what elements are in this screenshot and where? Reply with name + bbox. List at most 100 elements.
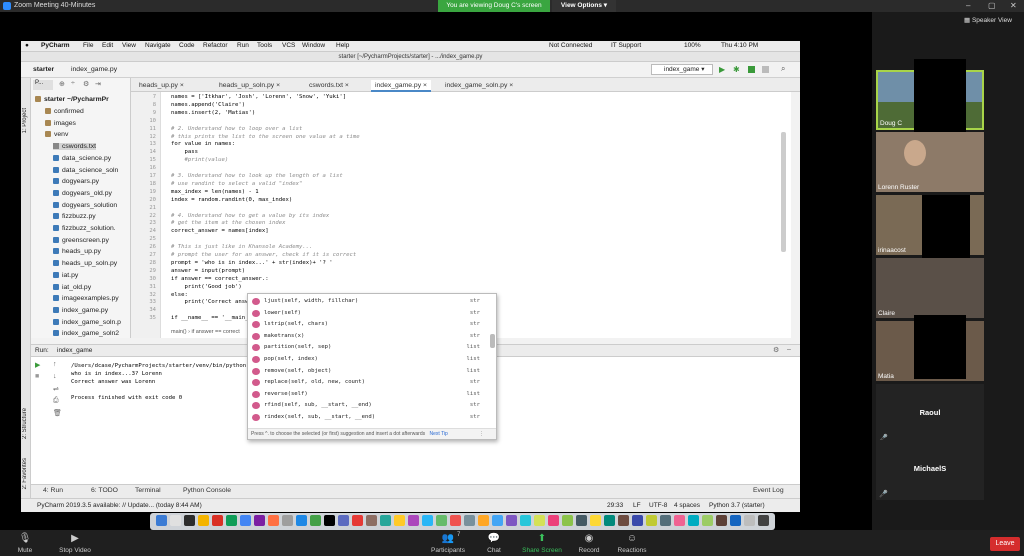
dock-app-icon[interactable] <box>576 515 587 526</box>
code-breadcrumb[interactable]: main() › if answer == correct <box>171 329 240 335</box>
dock-app-icon[interactable] <box>716 515 727 526</box>
dock-app-icon[interactable] <box>366 515 377 526</box>
menu-tools[interactable]: Tools <box>257 42 272 49</box>
run-icon[interactable]: ▶ <box>719 65 725 74</box>
dock-app-icon[interactable] <box>380 515 391 526</box>
tree-item[interactable]: fizzbuzz.py <box>53 213 96 220</box>
menu-code[interactable]: Code <box>179 42 195 49</box>
stop-run-icon[interactable]: ■ <box>35 373 39 380</box>
chat-button[interactable]: 💬 Chat <box>469 530 519 556</box>
menu-app[interactable]: PyCharm <box>41 42 70 49</box>
tree-item[interactable]: fizzbuzz_solution. <box>53 225 116 232</box>
maximize-icon[interactable]: ▢ <box>988 1 996 10</box>
structure-tool-tab[interactable]: 2: Structure <box>22 408 28 439</box>
indent-setting[interactable]: 4 spaces <box>674 502 700 509</box>
tab-heads-up-soln[interactable]: heads_up_soln.py × <box>215 80 284 92</box>
tree-item[interactable]: index_game_soln.p <box>53 318 121 326</box>
tab-event-log[interactable]: Event Log <box>753 487 784 494</box>
dock-app-icon[interactable] <box>338 515 349 526</box>
run-config-tab[interactable]: index_game <box>57 347 92 354</box>
dock-app-icon[interactable] <box>170 515 181 526</box>
stop-icon[interactable] <box>762 66 769 73</box>
tree-item[interactable]: venv <box>45 131 68 138</box>
locate-icon[interactable]: ⊕ <box>59 80 65 88</box>
dock-app-icon[interactable] <box>156 515 167 526</box>
tree-item[interactable]: confirmed <box>45 108 84 115</box>
more-options-icon[interactable]: ⋮ <box>479 431 484 437</box>
dock-app-icon[interactable] <box>436 515 447 526</box>
autocomplete-item[interactable]: partition(self, sep) list <box>248 342 488 354</box>
dock-app-icon[interactable] <box>240 515 251 526</box>
participants-button[interactable]: 👥 7 Participants <box>423 530 473 556</box>
run-config-select[interactable]: index_game ▾ <box>651 64 713 75</box>
dock-app-icon[interactable] <box>282 515 293 526</box>
menu-refactor[interactable]: Refactor <box>203 42 228 49</box>
dock-app-icon[interactable] <box>520 515 531 526</box>
dock-app-icon[interactable] <box>198 515 209 526</box>
dock-app-icon[interactable] <box>324 515 335 526</box>
tree-item[interactable]: greenscreen.py <box>53 236 109 244</box>
menu-help[interactable]: Help <box>336 42 349 49</box>
dock-app-icon[interactable] <box>534 515 545 526</box>
dock-app-icon[interactable] <box>688 515 699 526</box>
dock-app-icon[interactable] <box>352 515 363 526</box>
dock-app-icon[interactable] <box>660 515 671 526</box>
dock-app-icon[interactable] <box>632 515 643 526</box>
interpreter[interactable]: Python 3.7 (starter) <box>709 502 765 509</box>
autocomplete-item[interactable]: ljust(self, width, fillchar) str <box>248 296 488 308</box>
search-icon[interactable]: ⌕ <box>781 64 785 74</box>
clock[interactable]: Thu 4:10 PM <box>721 42 758 49</box>
it-support-status[interactable]: IT Support <box>611 42 641 49</box>
dock-app-icon[interactable] <box>730 515 741 526</box>
tab-heads-up[interactable]: heads_up.py × <box>135 80 188 92</box>
soft-wrap-icon[interactable]: ⇌ <box>53 385 59 393</box>
tree-item[interactable]: images <box>45 119 76 127</box>
dock-app-icon[interactable] <box>702 515 713 526</box>
tree-item[interactable]: heads_up_soln.py <box>53 260 117 267</box>
dock-app-icon[interactable] <box>226 515 237 526</box>
tab-cswords[interactable]: cswords.txt × <box>305 80 353 92</box>
scroll-down-icon[interactable]: ↓ <box>53 373 57 380</box>
tab-todo[interactable]: 6: TODO <box>91 487 118 494</box>
dock-app-icon[interactable] <box>548 515 559 526</box>
menu-run[interactable]: Run <box>237 42 249 49</box>
dock-app-icon[interactable] <box>394 515 405 526</box>
tab-run[interactable]: 4: Run <box>43 487 63 494</box>
speaker-view-button[interactable]: ▦ Speaker View <box>964 16 1012 24</box>
project-view-dropdown[interactable]: P... <box>33 80 53 90</box>
autocomplete-scrollbar[interactable] <box>490 334 495 348</box>
view-options-button[interactable]: View Options ▾ <box>552 0 616 12</box>
tree-item[interactable]: iat_old.py <box>53 283 91 291</box>
tree-root[interactable]: starter ~/PycharmPr <box>35 96 109 103</box>
menu-vcs[interactable]: VCS <box>282 42 295 49</box>
dock-app-icon[interactable] <box>254 515 265 526</box>
run-hide-icon[interactable]: – <box>787 346 791 353</box>
dock-app-icon[interactable] <box>492 515 503 526</box>
apple-icon[interactable]: ● <box>25 42 29 49</box>
next-tip-link[interactable]: Next Tip <box>430 431 448 437</box>
dock-app-icon[interactable] <box>184 515 195 526</box>
dock-app-icon[interactable] <box>590 515 601 526</box>
dock-app-icon[interactable] <box>604 515 615 526</box>
breadcrumb-file[interactable]: index_game.py <box>71 66 117 73</box>
dock-app-icon[interactable] <box>450 515 461 526</box>
cursor-position[interactable]: 29:33 <box>607 502 623 509</box>
tree-item[interactable]: data_science.py <box>53 154 111 162</box>
tab-python-console[interactable]: Python Console <box>183 487 231 494</box>
menu-view[interactable]: View <box>122 42 136 49</box>
editor-scrollbar[interactable] <box>781 132 786 252</box>
battery-status[interactable]: 100% <box>684 42 701 49</box>
autocomplete-item[interactable]: lstrip(self, chars) str <box>248 319 488 331</box>
autocomplete-item[interactable]: maketrans(x) str <box>248 331 488 343</box>
coverage-icon[interactable] <box>748 66 755 73</box>
dock-app-icon[interactable] <box>310 515 321 526</box>
tree-item[interactable]: index_game_soln2 <box>53 330 119 337</box>
participant-tile[interactable]: MichaelS 🎤 <box>876 440 984 500</box>
dock-app-icon[interactable] <box>478 515 489 526</box>
line-separator[interactable]: LF <box>633 502 641 509</box>
dock-app-icon[interactable] <box>646 515 657 526</box>
breadcrumb-project[interactable]: starter <box>33 66 54 73</box>
share-screen-button[interactable]: ⬆ Share Screen <box>517 530 567 556</box>
mute-button[interactable]: 🎙 Mute <box>0 530 50 556</box>
dock-app-icon[interactable] <box>422 515 433 526</box>
